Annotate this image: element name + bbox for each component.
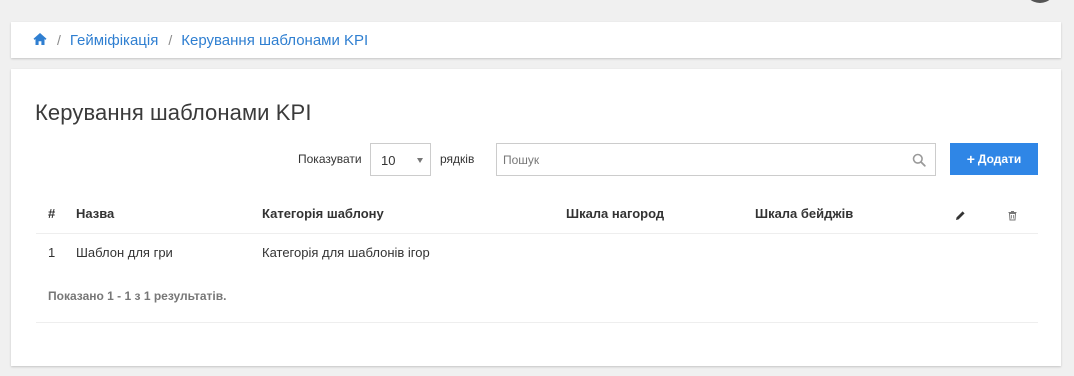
results-summary: Показано 1 - 1 з 1 результатів. bbox=[48, 289, 227, 303]
breadcrumb-link-kpi-templates[interactable]: Керування шаблонами KPI bbox=[181, 32, 368, 49]
add-template-button[interactable]: + Додати bbox=[950, 143, 1038, 175]
add-button-label: Додати bbox=[977, 152, 1022, 166]
cell-delete bbox=[1007, 233, 1038, 271]
home-icon[interactable] bbox=[33, 32, 47, 46]
table-row[interactable]: 1 Шаблон для гри Категорія для шаблонів … bbox=[36, 233, 1038, 271]
search-input[interactable] bbox=[497, 144, 897, 175]
cell-reward-scale bbox=[566, 233, 755, 271]
column-header-category[interactable]: Категорія шаблону bbox=[262, 195, 566, 234]
cell-name: Шаблон для гри bbox=[76, 244, 173, 260]
column-header-delete bbox=[1007, 195, 1038, 234]
column-header-edit bbox=[955, 195, 1007, 234]
cell-edit bbox=[955, 233, 1007, 271]
search-box bbox=[496, 143, 936, 176]
column-header-number[interactable]: # bbox=[36, 195, 76, 234]
breadcrumb-link-gamification[interactable]: Гейміфікація bbox=[70, 32, 158, 49]
kpi-templates-panel: Керування шаблонами KPI Показувати 10 ря… bbox=[11, 69, 1061, 366]
pencil-icon bbox=[955, 209, 966, 221]
page-size-select[interactable]: 10 bbox=[370, 143, 431, 176]
breadcrumb: / Гейміфікація / Керування шаблонами KPI bbox=[11, 22, 1061, 58]
column-header-badge-scale[interactable]: Шкала бейджів bbox=[755, 195, 955, 234]
breadcrumb-separator: / bbox=[57, 32, 61, 48]
breadcrumb-separator: / bbox=[168, 32, 173, 48]
cell-badge-scale bbox=[755, 233, 955, 271]
plus-icon: + bbox=[966, 151, 975, 167]
cell-number: 1 bbox=[48, 244, 56, 260]
rows-label: рядків bbox=[440, 152, 475, 166]
chevron-down-icon bbox=[417, 158, 423, 163]
page-size-value: 10 bbox=[381, 153, 396, 168]
table-header-row: # Назва Категорія шаблону Шкала нагород … bbox=[36, 195, 1038, 234]
user-avatar[interactable] bbox=[1024, 0, 1056, 3]
column-header-name[interactable]: Назва bbox=[76, 195, 262, 234]
show-label: Показувати bbox=[298, 152, 362, 166]
page-title: Керування шаблонами KPI bbox=[35, 100, 312, 125]
divider bbox=[36, 322, 1038, 323]
cell-category: Категорія для шаблонів ігор bbox=[262, 244, 430, 260]
search-icon[interactable] bbox=[912, 153, 926, 167]
kpi-templates-table: # Назва Категорія шаблону Шкала нагород … bbox=[36, 195, 1038, 271]
column-header-reward-scale[interactable]: Шкала нагород bbox=[566, 195, 755, 234]
trash-icon bbox=[1007, 209, 1018, 221]
